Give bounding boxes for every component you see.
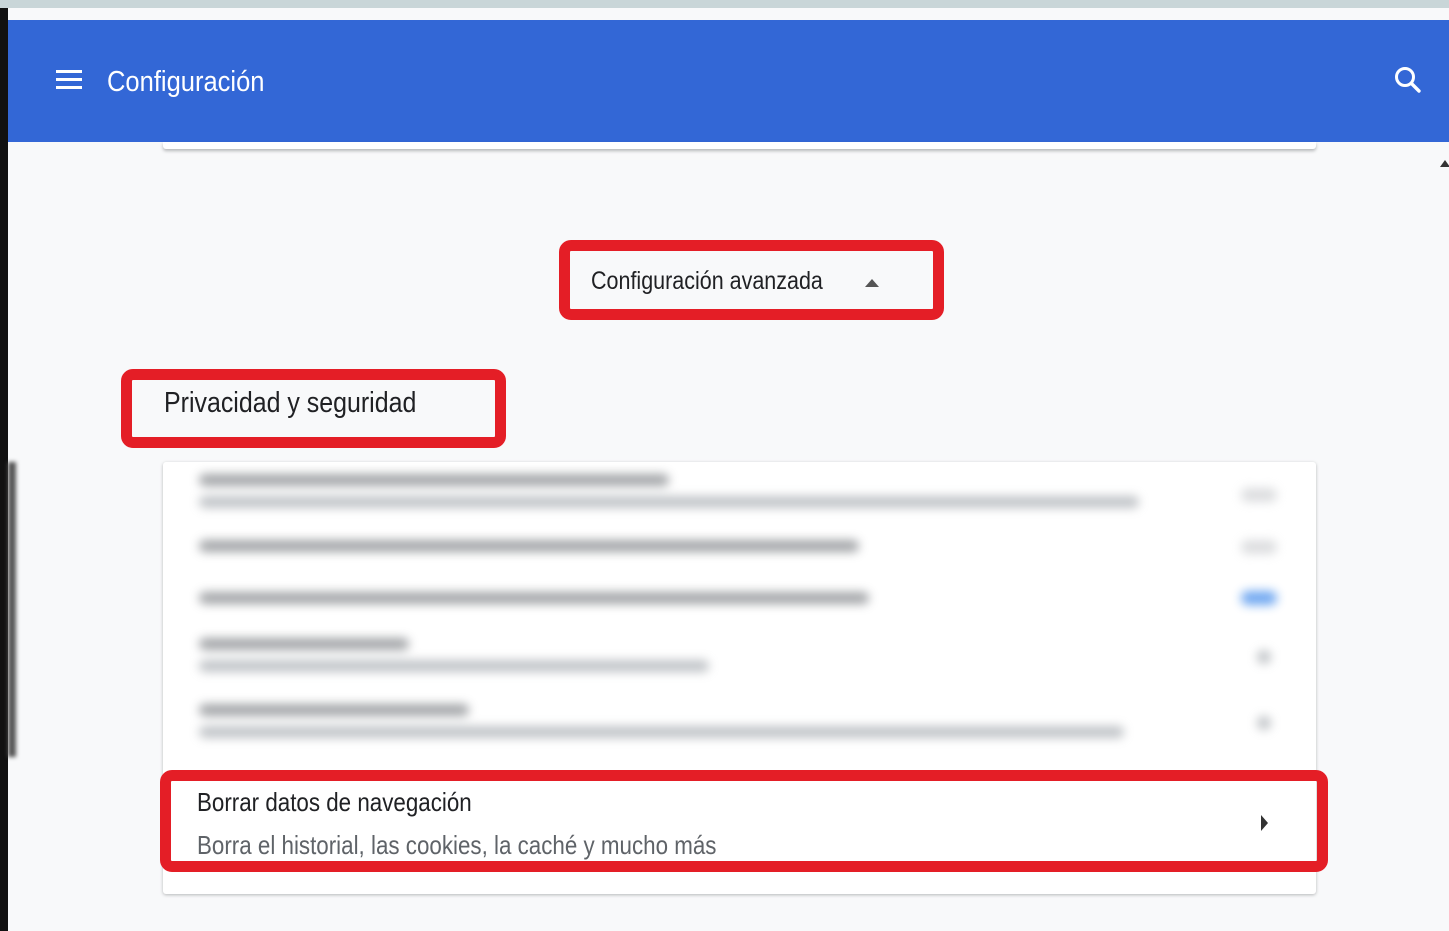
blurred-settings-list [163,462,1316,757]
highlight-box-advanced [559,240,944,320]
left-shade [8,462,16,757]
page-title: Configuración [107,66,265,98]
highlight-box-section [121,369,506,448]
left-window-edge [0,8,8,931]
highlight-box-clear-data [160,770,1328,872]
previous-card-bottom-edge [163,142,1316,149]
hamburger-menu-icon[interactable] [54,67,84,93]
scrollbar-up-arrow-icon[interactable] [1440,160,1449,167]
search-icon[interactable] [1392,64,1424,96]
top-strip [0,0,1449,8]
settings-header: Configuración [8,20,1449,142]
